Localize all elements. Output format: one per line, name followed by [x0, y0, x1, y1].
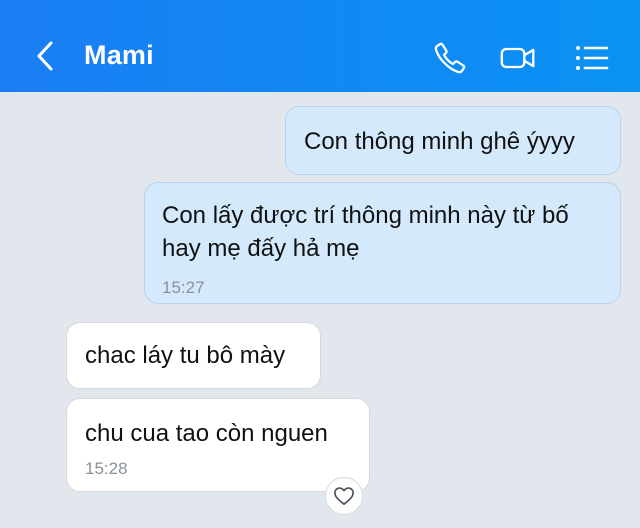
heart-icon: [334, 487, 354, 505]
chat-header: Mami: [0, 0, 640, 92]
video-camera-icon: [500, 47, 535, 69]
call-button[interactable]: [432, 40, 468, 76]
received-message[interactable]: chac láy tu bô mày: [66, 322, 321, 389]
video-call-button[interactable]: [500, 40, 536, 76]
menu-button[interactable]: [574, 40, 610, 76]
received-message[interactable]: chu cua tao còn nguen 15:28: [66, 398, 370, 492]
phone-icon: [434, 42, 466, 74]
message-timestamp: 15:27: [162, 278, 205, 297]
back-arrow-icon: [37, 41, 53, 71]
contact-name[interactable]: Mami: [84, 40, 154, 71]
back-button[interactable]: [28, 38, 64, 74]
message-text: chac láy tu bô mày: [85, 342, 286, 369]
react-button[interactable]: [325, 477, 363, 515]
list-menu-icon: [576, 46, 609, 70]
sent-message[interactable]: Con thông minh ghê ýyyy: [285, 106, 621, 175]
sent-message[interactable]: Con lấy được trí thông minh này từ bố ha…: [144, 182, 621, 304]
message-text: hay mẹ đấy hả mẹ: [162, 235, 360, 262]
message-timestamp: 15:28: [85, 459, 128, 478]
message-text: Con lấy được trí thông minh này từ bố: [162, 202, 569, 229]
message-text: chu cua tao còn nguen: [85, 420, 328, 447]
message-text: Con thông minh ghê ýyyy: [304, 128, 575, 155]
